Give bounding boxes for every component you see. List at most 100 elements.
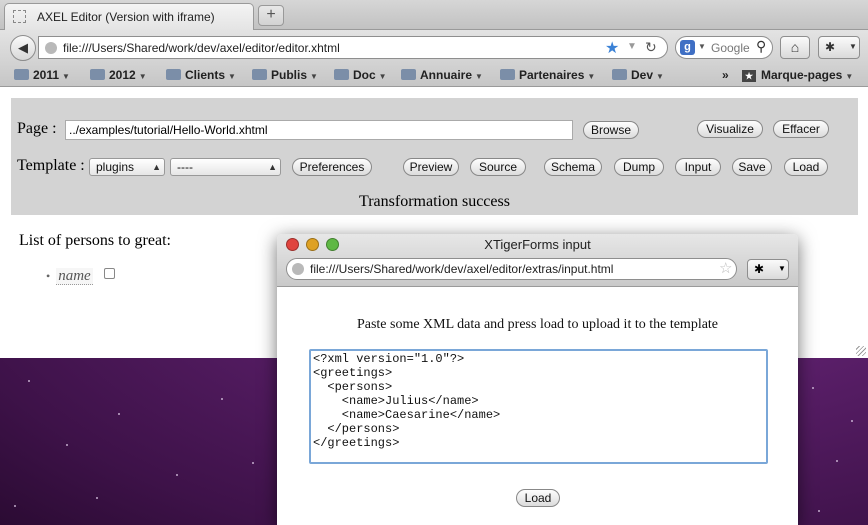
- popup-url-text: file:///Users/Shared/work/dev/axel/edito…: [310, 262, 614, 276]
- addon-icon: ✱: [754, 262, 765, 276]
- bookmark-folder-annuaire[interactable]: Annuaire ▼: [401, 68, 483, 82]
- google-engine-icon[interactable]: g: [680, 40, 695, 55]
- status-message: Transformation success: [359, 193, 510, 210]
- popup-url-bar[interactable]: file:///Users/Shared/work/dev/axel/edito…: [286, 258, 737, 280]
- folder-icon: [90, 69, 105, 80]
- document-heading: List of persons to great:: [19, 232, 171, 249]
- bookmark-folder-2011[interactable]: 2011 ▼: [14, 68, 70, 82]
- globe-icon: [45, 42, 57, 54]
- chevron-down-icon: ▼: [656, 72, 664, 81]
- bookmarks-menu-icon: ★: [742, 70, 756, 82]
- bookmark-label: 2012: [109, 68, 136, 82]
- bookmark-folder-partenaires[interactable]: Partenaires ▼: [500, 68, 595, 82]
- xtigerforms-input-window: XTigerForms input file:///Users/Shared/w…: [277, 234, 798, 525]
- folder-icon: [401, 69, 416, 80]
- bookmark-folder-2012[interactable]: 2012 ▼: [90, 68, 147, 82]
- url-history-dropdown-icon[interactable]: ▼: [627, 41, 637, 52]
- chevron-down-icon: ▼: [378, 72, 387, 81]
- back-button[interactable]: ◀: [10, 35, 36, 61]
- select-arrows-icon: ▲: [152, 162, 161, 172]
- addon-button[interactable]: ✱ ▼: [818, 36, 860, 59]
- url-bar[interactable]: file:///Users/Shared/work/dev/axel/edito…: [38, 36, 668, 59]
- editor-toolbar-panel: Page : ../examples/tutorial/Hello-World.…: [11, 98, 858, 215]
- clear-button[interactable]: Effacer: [773, 120, 829, 138]
- preview-button[interactable]: Preview: [403, 158, 459, 176]
- tab-bar: AXEL Editor (Version with iframe) +: [0, 0, 868, 30]
- chevron-down-icon: ▼: [475, 72, 483, 81]
- folder-icon: [252, 69, 267, 80]
- template-folder-value: plugins: [96, 160, 135, 174]
- template-folder-select[interactable]: plugins ▲: [89, 158, 165, 176]
- source-button[interactable]: Source: [470, 158, 526, 176]
- popup-addon-button[interactable]: ✱ ▼: [747, 259, 789, 280]
- back-arrow-icon: ◀: [18, 40, 28, 55]
- engine-dropdown-icon[interactable]: ▼: [698, 42, 706, 51]
- globe-icon: [292, 263, 304, 275]
- bookmark-label: Clients: [185, 68, 226, 82]
- search-placeholder: Google: [711, 41, 750, 55]
- bookmark-folder-publis[interactable]: Publis ▼: [252, 68, 318, 82]
- template-label: Template :: [17, 157, 85, 174]
- window-resize-grip[interactable]: [856, 346, 866, 356]
- select-arrows-icon: ▲: [268, 162, 277, 172]
- bookmark-star-icon[interactable]: ☆: [719, 259, 732, 277]
- popup-titlebar: XTigerForms input file:///Users/Shared/w…: [277, 234, 798, 287]
- chevron-down-icon: ▼: [310, 72, 318, 81]
- visualize-button[interactable]: Visualize: [697, 120, 763, 138]
- tab-title: AXEL Editor (Version with iframe): [37, 10, 215, 24]
- bullet: •: [46, 269, 51, 283]
- blank-page-icon: [13, 10, 26, 23]
- folder-icon: [500, 69, 515, 80]
- xml-input-textarea[interactable]: <?xml version="1.0"?> <greetings> <perso…: [309, 349, 768, 464]
- name-field[interactable]: name: [56, 268, 93, 285]
- chevron-down-icon: ▼: [778, 264, 786, 273]
- chevron-down-icon: ▼: [138, 72, 147, 81]
- bookmarks-overflow-button[interactable]: »: [722, 68, 729, 82]
- chevron-down-icon: ▼: [849, 42, 857, 51]
- page-path-input[interactable]: ../examples/tutorial/Hello-World.xhtml: [65, 120, 573, 140]
- load-button[interactable]: Load: [784, 158, 828, 176]
- bookmark-label: Dev: [631, 68, 654, 82]
- bookmark-folder-dev[interactable]: Dev ▼: [612, 68, 664, 82]
- bookmarks-menu-button[interactable]: ★ Marque-pages ▼: [742, 68, 853, 82]
- bookmarks-menu-label: Marque-pages: [761, 68, 843, 82]
- template-file-select[interactable]: ---- ▲: [170, 158, 281, 176]
- template-file-value: ----: [177, 160, 193, 174]
- new-tab-button[interactable]: +: [258, 5, 284, 26]
- reload-icon[interactable]: ↻: [645, 39, 657, 56]
- preferences-button[interactable]: Preferences: [292, 158, 372, 176]
- tab-axel-editor[interactable]: AXEL Editor (Version with iframe): [4, 3, 254, 30]
- page-label: Page :: [17, 120, 57, 137]
- bookmark-label: Partenaires: [519, 68, 585, 82]
- folder-icon: [334, 69, 349, 80]
- input-button[interactable]: Input: [675, 158, 721, 176]
- folder-icon: [612, 69, 627, 80]
- search-bar[interactable]: g ▼ Google ⚲: [675, 36, 773, 59]
- navigation-bar: ◀ file:///Users/Shared/work/dev/axel/edi…: [0, 30, 868, 64]
- browse-button[interactable]: Browse: [583, 121, 639, 139]
- magnifier-icon[interactable]: ⚲: [756, 38, 766, 55]
- popup-load-button[interactable]: Load: [516, 489, 560, 507]
- bookmark-folder-doc[interactable]: Doc ▼: [334, 68, 387, 82]
- repeat-checkbox[interactable]: [104, 268, 115, 279]
- save-button[interactable]: Save: [732, 158, 772, 176]
- chevron-down-icon: ▼: [845, 72, 854, 81]
- addon-icon: ✱: [825, 40, 836, 54]
- bookmark-label: Publis: [271, 68, 308, 82]
- popup-title: XTigerForms input: [484, 237, 591, 252]
- schema-button[interactable]: Schema: [544, 158, 602, 176]
- chevron-down-icon: ▼: [587, 72, 596, 81]
- bookmark-label: 2011: [33, 68, 60, 82]
- chevron-down-icon: ▼: [62, 72, 70, 81]
- bookmark-star-icon[interactable]: ★: [605, 38, 619, 58]
- chevron-down-icon: ▼: [228, 72, 236, 81]
- bookmark-folder-clients[interactable]: Clients ▼: [166, 68, 236, 82]
- bookmark-label: Doc: [353, 68, 376, 82]
- url-text: file:///Users/Shared/work/dev/axel/edito…: [63, 41, 340, 55]
- popup-instruction: Paste some XML data and press load to up…: [356, 317, 719, 332]
- bookmark-label: Annuaire: [420, 68, 473, 82]
- home-button[interactable]: ⌂: [780, 36, 810, 59]
- folder-icon: [14, 69, 29, 80]
- bookmarks-toolbar: 2011 ▼ 2012 ▼ Clients ▼ Publis ▼ Doc ▼ Annuai…: [0, 64, 868, 87]
- dump-button[interactable]: Dump: [614, 158, 664, 176]
